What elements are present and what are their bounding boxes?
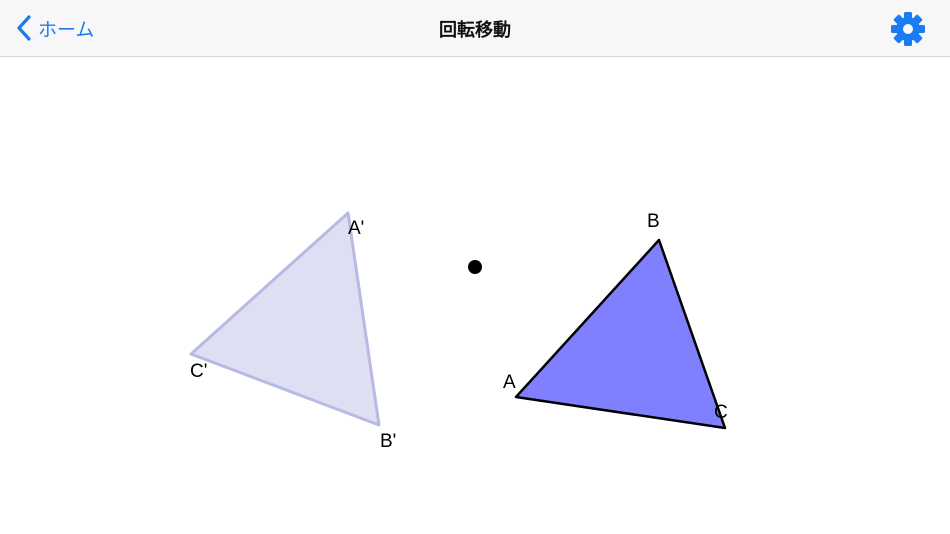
vertex-label-c: C — [714, 402, 728, 423]
original-triangle[interactable] — [514, 238, 727, 430]
vertex-label-c-prime: C' — [190, 361, 207, 382]
geometry-canvas[interactable]: A' B' C' B C A — [0, 57, 950, 534]
rotation-center-point[interactable] — [468, 260, 482, 274]
back-button[interactable]: ホーム — [12, 12, 94, 44]
back-button-label: ホーム — [38, 18, 95, 41]
vertex-label-a-prime: A' — [348, 218, 364, 239]
vertex-label-b-prime: B' — [380, 431, 396, 452]
navigation-bar: ホーム 回転移動 — [0, 0, 950, 57]
vertex-label-b: B — [647, 211, 660, 232]
chevron-left-icon — [17, 15, 31, 41]
settings-button[interactable] — [889, 10, 927, 48]
rotated-triangle — [189, 211, 381, 427]
page-title: 回転移動 — [439, 20, 511, 41]
gear-icon — [891, 12, 925, 46]
vertex-label-a: A — [503, 372, 516, 393]
